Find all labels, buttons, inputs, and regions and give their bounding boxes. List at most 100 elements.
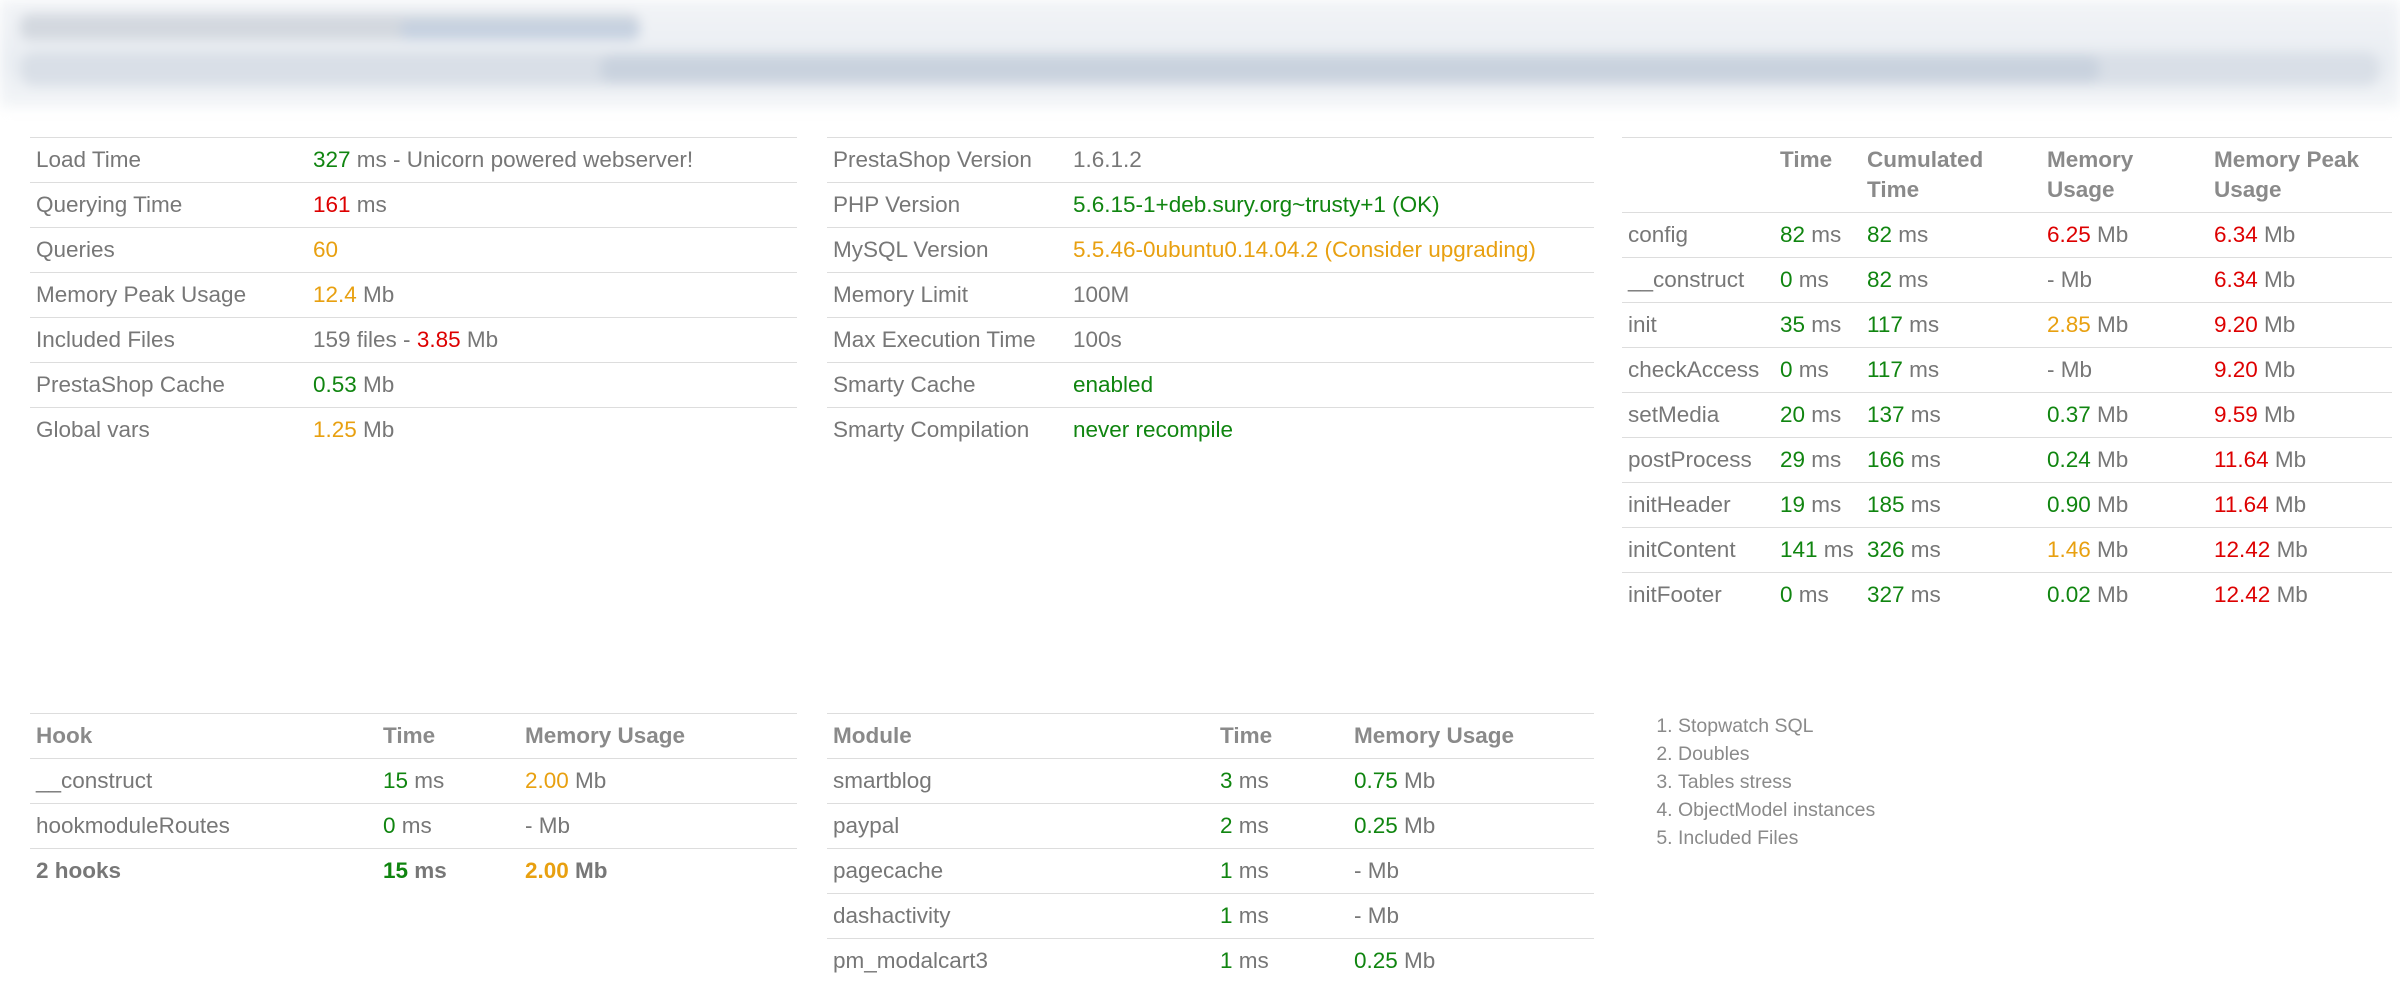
column-header: Memory Usage	[1354, 723, 1515, 748]
value: 11.64	[2214, 447, 2269, 472]
unit: ms	[1232, 813, 1269, 838]
profiling-link-2[interactable]: Doubles	[1678, 740, 1875, 768]
step-memory: 0.02 Mb	[2041, 573, 2208, 618]
env-label: Memory Limit	[833, 282, 969, 307]
unit: Mb	[568, 768, 607, 793]
unit: Mb	[532, 813, 571, 838]
value: 2.00	[525, 768, 569, 793]
value: 6.34	[2214, 222, 2258, 247]
value-part: 1.25	[313, 417, 357, 442]
step-cumulated-time: 327 ms	[1861, 573, 2041, 618]
unit: ms	[1232, 948, 1269, 973]
step-memory-peak: 6.34 Mb	[2208, 258, 2392, 303]
value: 0.25	[1354, 813, 1398, 838]
env-row: MySQL Version 5.5.46-0ubuntu0.14.04.2 (Co…	[827, 227, 1594, 273]
hook-memory: 2.00 Mb	[519, 759, 797, 804]
step-cumulated-time: 117 ms	[1861, 303, 2041, 348]
summary-label: Memory Peak Usage	[36, 282, 247, 307]
module-name: paypal	[833, 813, 900, 838]
module-time: 1 ms	[1214, 894, 1348, 939]
summary-label: PrestaShop Cache	[36, 372, 225, 397]
profiling-link-3[interactable]: Tables stress	[1678, 768, 1875, 796]
env-label: Smarty Cache	[833, 372, 976, 397]
hook-header-row: Hook Time Memory Usage	[30, 713, 797, 759]
profiling-link-4[interactable]: ObjectModel instances	[1678, 796, 1875, 824]
env-label: PHP Version	[833, 192, 961, 217]
unit: ms	[395, 813, 432, 838]
env-label: MySQL Version	[833, 237, 989, 262]
step-time: 82 ms	[1774, 213, 1861, 258]
module-row: dashactivity 1 ms - Mb	[827, 893, 1594, 939]
controller-row: setMedia 20 ms 137 ms 0.37 Mb 9.59 Mb	[1622, 392, 2392, 438]
hook-name: __construct	[36, 768, 153, 793]
step-cumulated-time: 326 ms	[1861, 528, 2041, 573]
step-name: initFooter	[1628, 582, 1722, 607]
unit: ms	[1892, 222, 1929, 247]
value: -	[2047, 267, 2055, 292]
controller-row: postProcess 29 ms 166 ms 0.24 Mb 11.64 Mb	[1622, 437, 2392, 483]
step-memory: 0.24 Mb	[2041, 438, 2208, 483]
value: -	[2047, 357, 2055, 382]
column-header: Hook	[36, 723, 93, 748]
summary-row: Load Time 327 ms - Unicorn powered webser…	[30, 137, 797, 183]
value: 12.42	[2214, 582, 2271, 607]
unit: ms	[1904, 492, 1941, 517]
value-part: 3.85	[416, 327, 461, 352]
profiling-link-5[interactable]: Included Files	[1678, 824, 1875, 852]
value: 9.20	[2214, 357, 2258, 382]
value: 12.42	[2214, 537, 2271, 562]
module-time: 1 ms	[1214, 849, 1348, 894]
step-memory: 6.25 Mb	[2041, 213, 2208, 258]
value: 11.64	[2214, 492, 2269, 517]
value: 1	[1220, 903, 1233, 928]
step-cumulated-time: 82 ms	[1861, 258, 2041, 303]
unit: ms	[408, 768, 445, 793]
value-part: ms	[350, 192, 387, 217]
hook-row: __construct 15 ms 2.00 Mb	[30, 758, 797, 804]
value: 0.02	[2047, 582, 2091, 607]
summary-label: Queries	[36, 237, 115, 262]
module-memory: - Mb	[1348, 894, 1594, 939]
value-part: 0.53	[313, 372, 357, 397]
summary-label: Querying Time	[36, 192, 183, 217]
module-name: pm_modalcart3	[833, 948, 989, 973]
controller-row: initFooter 0 ms 327 ms 0.02 Mb 12.42 Mb	[1622, 572, 2392, 618]
column-header: Memory Usage	[2047, 147, 2134, 202]
value: 326	[1867, 537, 1905, 562]
module-name: dashactivity	[833, 903, 951, 928]
unit: Mb	[2270, 582, 2308, 607]
value: 9.20	[2214, 312, 2258, 337]
value: 6.34	[2214, 267, 2258, 292]
value: 166	[1867, 447, 1905, 472]
profiling-link-1[interactable]: Stopwatch SQL	[1678, 712, 1875, 740]
value: 2	[1220, 813, 1233, 838]
unit: Mb	[2090, 312, 2129, 337]
value: 2.00	[525, 858, 569, 883]
env-row: PHP Version 5.6.15-1+deb.sury.org~trusty+…	[827, 182, 1594, 228]
value: 0.75	[1354, 768, 1398, 793]
unit: Mb	[2257, 357, 2296, 382]
step-cumulated-time: 117 ms	[1861, 348, 2041, 393]
unit: Mb	[1397, 768, 1436, 793]
column-header: Module	[833, 723, 912, 748]
step-time: 20 ms	[1774, 393, 1861, 438]
unit: Mb	[2257, 402, 2296, 427]
module-time: 3 ms	[1214, 759, 1348, 804]
step-time: 141 ms	[1774, 528, 1861, 573]
controller-row: initContent 141 ms 326 ms 1.46 Mb 12.42 Mb	[1622, 527, 2392, 573]
step-cumulated-time: 137 ms	[1861, 393, 2041, 438]
unit: ms	[1904, 402, 1941, 427]
unit: ms	[1892, 267, 1929, 292]
env-value: 1.6.1.2	[1073, 147, 1142, 172]
step-memory: 2.85 Mb	[2041, 303, 2208, 348]
value-part: Mb	[356, 417, 395, 442]
value: 2.85	[2047, 312, 2091, 337]
unit: ms	[1232, 768, 1269, 793]
unit: ms	[1792, 582, 1829, 607]
step-name: checkAccess	[1628, 357, 1760, 382]
step-name: initHeader	[1628, 492, 1731, 517]
step-memory-peak: 12.42 Mb	[2208, 573, 2392, 618]
value: 1.46	[2047, 537, 2091, 562]
env-row: PrestaShop Version 1.6.1.2	[827, 137, 1594, 183]
step-name: initContent	[1628, 537, 1736, 562]
